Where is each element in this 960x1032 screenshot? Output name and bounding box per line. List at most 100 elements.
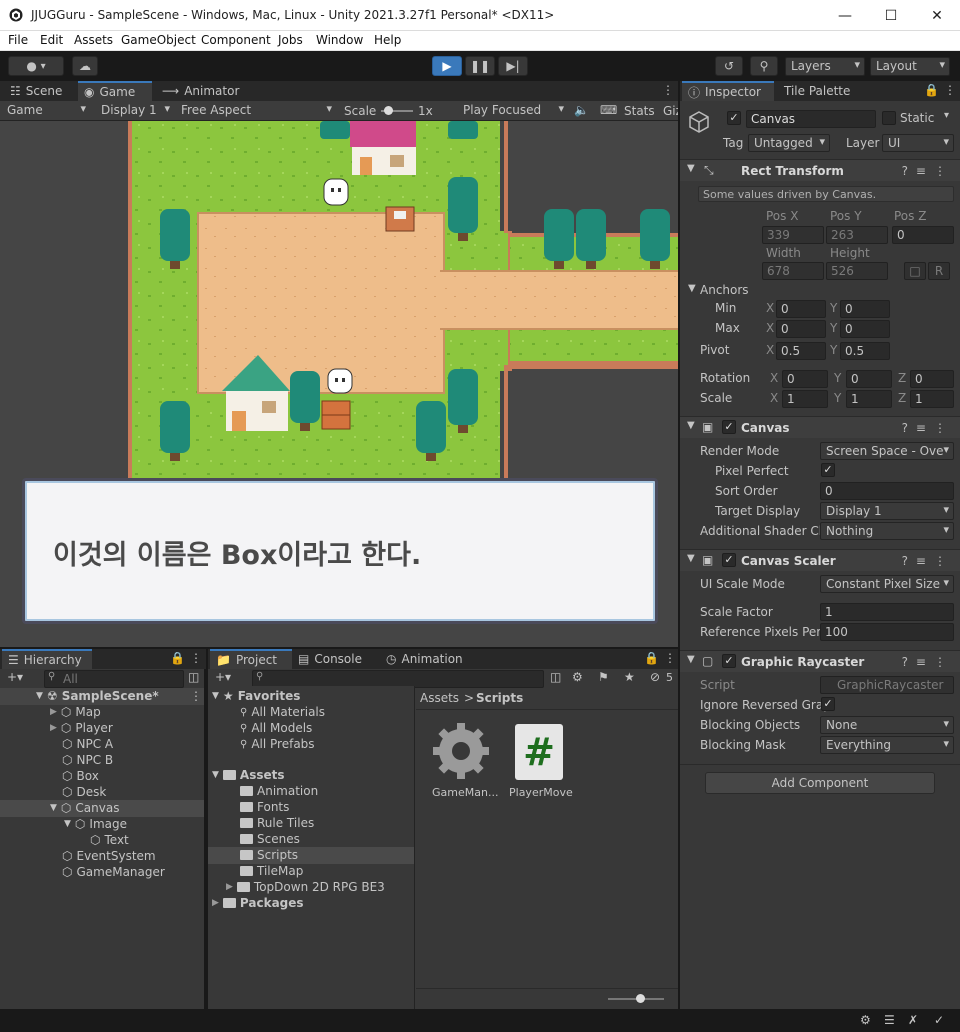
ignore-reversed-checkbox[interactable]: ✓: [821, 697, 835, 711]
favorite-star-icon[interactable]: ★: [624, 670, 635, 684]
raw-edit-button[interactable]: R: [928, 262, 950, 280]
tab-game[interactable]: ◉ Game: [78, 81, 152, 101]
breadcrumb-scripts[interactable]: Scripts: [476, 691, 523, 705]
account-dropdown[interactable]: ● ▾: [8, 56, 64, 76]
fold-arrow-icon[interactable]: ▼: [687, 553, 695, 564]
display-dropdown[interactable]: Display 1: [96, 102, 174, 120]
scale-x-field[interactable]: 1: [782, 390, 828, 408]
layers-dropdown[interactable]: Layers: [785, 57, 865, 76]
keyboard-icon[interactable]: ⌨: [600, 103, 617, 117]
scene-visibility-icon[interactable]: ◫: [188, 670, 199, 684]
component-header-icons[interactable]: ?≡⋮: [902, 655, 954, 669]
cloud-button[interactable]: ☁: [72, 56, 98, 76]
menu-help[interactable]: Help: [374, 33, 401, 47]
expand-arrow-icon[interactable]: ▶: [50, 707, 57, 717]
folder-topdown-rpg[interactable]: ▶ TopDown 2D RPG BE3: [226, 880, 385, 894]
folder-scripts[interactable]: Scripts: [240, 848, 298, 862]
tab-hierarchy[interactable]: ☰ Hierarchy: [2, 649, 92, 669]
ui-scale-mode-dropdown[interactable]: Constant Pixel Size: [820, 575, 954, 593]
component-header-icons[interactable]: ?≡⋮: [902, 554, 954, 568]
menu-file[interactable]: File: [8, 33, 28, 47]
pivot-x-field[interactable]: 0.5: [776, 342, 826, 360]
hierarchy-item-box[interactable]: ⬡ Box: [62, 769, 99, 783]
object-name-field[interactable]: Canvas: [746, 110, 876, 128]
blueprint-button[interactable]: □: [904, 262, 926, 280]
fold-arrow-icon[interactable]: ▼: [50, 803, 57, 813]
hierarchy-item-gamemanager[interactable]: ⬡ GameManager: [62, 865, 165, 879]
scale-y-field[interactable]: 1: [846, 390, 892, 408]
lock-icon[interactable]: 🔒: [170, 651, 185, 665]
favorite-all-models[interactable]: ⚲ All Models: [240, 721, 312, 735]
debug-icon[interactable]: ⚙: [860, 1013, 871, 1027]
menu-component[interactable]: Component: [201, 33, 271, 47]
fold-arrow-icon[interactable]: ▼: [687, 163, 695, 174]
menu-jobs[interactable]: Jobs: [278, 33, 303, 47]
game-viewport[interactable]: 이것의 이름은 Box이라고 한다.: [0, 121, 678, 647]
layers-stack-icon[interactable]: ☰: [884, 1013, 895, 1027]
expand-arrow-icon[interactable]: ▶: [50, 723, 57, 733]
filter-type-icon[interactable]: ⚙: [572, 670, 583, 684]
minimize-button[interactable]: —: [822, 0, 868, 31]
tag-dropdown[interactable]: Untagged: [748, 134, 830, 152]
height-field[interactable]: 526: [826, 262, 888, 280]
graphic-raycaster-header[interactable]: ▼ ▢ ✓ Graphic Raycaster ?≡⋮: [680, 650, 960, 672]
fold-arrow-icon[interactable]: ▼: [687, 654, 695, 665]
maximize-button[interactable]: ☐: [868, 0, 914, 31]
sort-order-field[interactable]: 0: [820, 482, 954, 500]
scaler-enabled-checkbox[interactable]: ✓: [722, 553, 736, 567]
step-button[interactable]: ▶|: [498, 56, 528, 76]
scale-slider[interactable]: [381, 106, 413, 115]
static-dropdown-arrow[interactable]: ▾: [944, 110, 949, 121]
layout-dropdown[interactable]: Layout: [870, 57, 950, 76]
folder-fonts[interactable]: Fonts: [240, 800, 289, 814]
file-gamemanager[interactable]: GameMan...: [430, 720, 498, 806]
blocking-objects-dropdown[interactable]: None: [820, 716, 954, 734]
expand-arrow-icon[interactable]: ▶: [226, 882, 233, 892]
tab-animator[interactable]: ⟶ Animator: [156, 81, 245, 101]
scene-menu-icon[interactable]: ⋮: [190, 689, 202, 703]
fold-arrow-icon[interactable]: ▼: [212, 770, 219, 780]
folder-animation[interactable]: Animation: [240, 784, 318, 798]
mute-audio-icon[interactable]: 🔈: [574, 103, 589, 117]
hierarchy-item-canvas[interactable]: ▼ ⬡ Canvas: [50, 801, 119, 815]
posx-field[interactable]: 339: [762, 226, 824, 244]
breadcrumb-assets[interactable]: Assets: [420, 691, 459, 705]
hierarchy-item-player[interactable]: ▶ ⬡ Player: [50, 721, 113, 735]
scene-root[interactable]: ▼ ☢ SampleScene*: [36, 689, 159, 703]
menu-window[interactable]: Window: [316, 33, 363, 47]
target-display-dropdown[interactable]: Display 1: [820, 502, 954, 520]
fold-arrow-icon[interactable]: ▼: [36, 691, 43, 701]
raycaster-enabled-checkbox[interactable]: ✓: [722, 654, 736, 668]
layer-dropdown[interactable]: UI: [882, 134, 954, 152]
scale-factor-field[interactable]: 1: [820, 603, 954, 621]
fold-arrow-icon[interactable]: ▼: [212, 691, 219, 701]
pivot-y-field[interactable]: 0.5: [840, 342, 890, 360]
search-by-type-icon[interactable]: ◫: [550, 670, 561, 684]
anchor-min-x[interactable]: 0: [776, 300, 826, 318]
play-focused-dropdown[interactable]: Play Focused: [458, 102, 568, 120]
fold-arrow-icon[interactable]: ▼: [64, 819, 71, 829]
hierarchy-search-input[interactable]: All: [44, 670, 184, 688]
anchor-min-y[interactable]: 0: [840, 300, 890, 318]
static-checkbox[interactable]: [882, 111, 896, 125]
hierarchy-item-npc-a[interactable]: ⬡ NPC A: [62, 737, 113, 751]
create-asset-button[interactable]: +▾: [215, 670, 231, 684]
menu-assets[interactable]: Assets: [74, 33, 113, 47]
reference-pixels-field[interactable]: 100: [820, 623, 954, 641]
lock-icon[interactable]: 🔒: [924, 83, 939, 97]
posz-field[interactable]: 0: [892, 226, 954, 244]
canvas-scaler-header[interactable]: ▼ ▣ ✓ Canvas Scaler ?≡⋮: [680, 549, 960, 571]
anchor-max-y[interactable]: 0: [840, 320, 890, 338]
hierarchy-item-text[interactable]: ⬡ Text: [90, 833, 129, 847]
canvas-component-header[interactable]: ▼ ▣ ✓ Canvas ?≡⋮: [680, 416, 960, 438]
folder-scenes[interactable]: Scenes: [240, 832, 300, 846]
icon-size-slider[interactable]: [608, 994, 664, 1003]
lock-icon[interactable]: 🔒: [644, 651, 659, 665]
scale-slider-thumb[interactable]: [384, 106, 393, 115]
label-tag-icon[interactable]: ⚑: [598, 670, 609, 684]
shader-channels-dropdown[interactable]: Nothing: [820, 522, 954, 540]
rotation-z-field[interactable]: 0: [910, 370, 954, 388]
canvas-enabled-checkbox[interactable]: ✓: [722, 420, 736, 434]
assets-root[interactable]: ▼ Assets: [212, 768, 285, 782]
hidden-packages-icon[interactable]: ⊘: [650, 670, 660, 684]
